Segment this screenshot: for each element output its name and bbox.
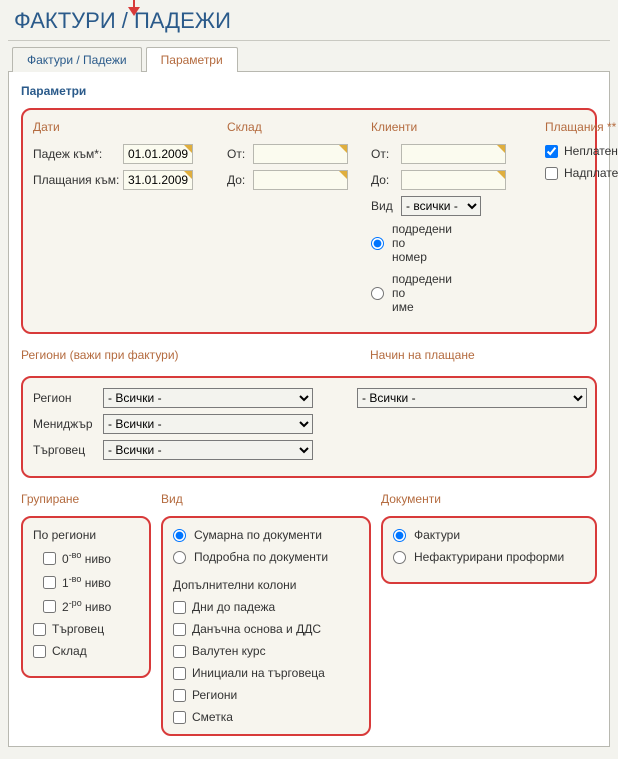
sales-label: Търговец (33, 443, 103, 457)
account-checkbox[interactable] (173, 711, 186, 724)
dates-header: Дати (33, 120, 213, 134)
tab-strip: Фактури / Падежи Параметри (8, 47, 610, 72)
due-date-label: Падеж към*: (33, 147, 123, 161)
level1-label: 1-во ниво (62, 574, 111, 590)
group-warehouse-label: Склад (52, 644, 87, 658)
account-label: Сметка (192, 710, 233, 724)
pay-date-input[interactable] (123, 170, 193, 190)
view-detail-label: Подробна по документи (194, 550, 328, 564)
tab-invoices-due[interactable]: Фактури / Падежи (12, 47, 142, 72)
extra-cols-label: Допълнителни колони (173, 578, 359, 592)
view-summary-label: Сумарна по документи (194, 528, 322, 542)
doc-proforma-radio[interactable] (393, 551, 406, 564)
by-regions-label: По региони (33, 528, 139, 542)
region-label: Регион (33, 391, 103, 405)
page-title: ФАКТУРИ / ПАДЕЖИ (8, 0, 610, 40)
overpaid-label: Надплатени (564, 166, 618, 180)
pay-method-select[interactable]: - Всички - (357, 388, 587, 408)
clients-to-label: До: (371, 173, 401, 187)
level0-checkbox[interactable] (43, 552, 56, 565)
tab-parameters[interactable]: Параметри (146, 47, 238, 72)
regions-col-checkbox[interactable] (173, 689, 186, 702)
view-header: Вид (161, 492, 371, 506)
group-sales-checkbox[interactable] (33, 623, 46, 636)
title-divider (8, 40, 610, 41)
doc-invoices-label: Фактури (414, 528, 460, 542)
panel-documents: Фактури Нефактурирани проформи (381, 516, 597, 584)
manager-label: Мениджър (33, 417, 103, 431)
days-due-checkbox[interactable] (173, 601, 186, 614)
clients-header: Клиенти (371, 120, 531, 134)
warehouse-header: Склад (227, 120, 357, 134)
sort-by-name-label: подредени по име (392, 272, 422, 314)
tax-base-checkbox[interactable] (173, 623, 186, 636)
initials-checkbox[interactable] (173, 667, 186, 680)
tab-body: Параметри Дати Падеж към*: Плащания към: (8, 71, 610, 747)
sort-by-number-label: подредени по номер (392, 222, 422, 264)
level2-checkbox[interactable] (43, 600, 56, 613)
clients-to-input[interactable] (401, 170, 506, 190)
region-select[interactable]: - Всички - (103, 388, 313, 408)
clients-from-input[interactable] (401, 144, 506, 164)
group-warehouse-checkbox[interactable] (33, 645, 46, 658)
doc-invoices-radio[interactable] (393, 529, 406, 542)
level1-checkbox[interactable] (43, 576, 56, 589)
grouping-header: Групиране (21, 492, 151, 506)
level2-label: 2-ро ниво (62, 598, 111, 614)
fx-rate-checkbox[interactable] (173, 645, 186, 658)
sort-by-name-radio[interactable] (371, 287, 384, 300)
payments-header: Плащания ** (545, 120, 618, 134)
section-title: Параметри (21, 84, 597, 98)
warehouse-from-input[interactable] (253, 144, 348, 164)
view-summary-radio[interactable] (173, 529, 186, 542)
initials-label: Инициали на търговеца (192, 666, 325, 680)
overpaid-checkbox[interactable] (545, 167, 558, 180)
tax-base-label: Данъчна основа и ДДС (192, 622, 321, 636)
manager-select[interactable]: - Всички - (103, 414, 313, 434)
doc-proforma-label: Нефактурирани проформи (414, 550, 564, 564)
regions-header: Региони (важи при фактури) (21, 348, 356, 362)
panel-view: Сумарна по документи Подробна по докумен… (161, 516, 371, 736)
level0-label: 0-во ниво (62, 550, 111, 566)
clients-type-label: Вид (371, 199, 401, 213)
view-detail-radio[interactable] (173, 551, 186, 564)
group-sales-label: Търговец (52, 622, 104, 636)
panel-row-2: Регион - Всички - Мениджър - Всички - (21, 376, 597, 478)
regions-col-label: Региони (192, 688, 237, 702)
clients-type-select[interactable]: - всички - (401, 196, 481, 216)
warehouse-to-label: До: (227, 173, 253, 187)
sort-by-number-radio[interactable] (371, 237, 384, 250)
pay-method-header: Начин на плащане (370, 348, 597, 362)
warehouse-to-input[interactable] (253, 170, 348, 190)
panel-row-1: Дати Падеж към*: Плащания към: Склад (21, 108, 597, 334)
unpaid-checkbox[interactable] (545, 145, 558, 158)
clients-from-label: От: (371, 147, 401, 161)
warehouse-from-label: От: (227, 147, 253, 161)
sales-select[interactable]: - Всички - (103, 440, 313, 460)
panel-grouping: По региони 0-во ниво 1-во ниво 2-ро ниво (21, 516, 151, 678)
pay-date-label: Плащания към: (33, 173, 123, 187)
fx-rate-label: Валутен курс (192, 644, 266, 658)
due-date-input[interactable] (123, 144, 193, 164)
days-due-label: Дни до падежа (192, 600, 275, 614)
unpaid-label: Неплатени (564, 144, 618, 158)
documents-header: Документи (381, 492, 597, 506)
